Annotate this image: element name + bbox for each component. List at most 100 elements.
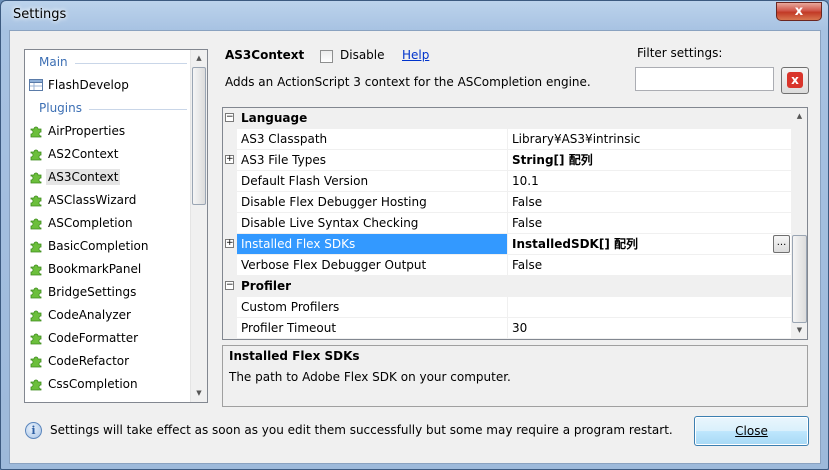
property-value[interactable]: Library¥AS3¥intrinsic [507,129,791,150]
disable-checkbox[interactable] [320,50,333,63]
sidebar-item-label: AS3Context [46,168,121,185]
plugin-icon [29,331,43,345]
grid-scrollbar[interactable]: ▲ ▼ [791,108,807,339]
property-value[interactable]: 10.1 [507,171,791,192]
scroll-thumb[interactable] [192,67,206,205]
property-name[interactable]: Custom Profilers [237,297,507,318]
property-name[interactable]: Default Flash Version [237,171,507,192]
help-link[interactable]: Help [402,48,429,62]
grid-property-row[interactable]: Custom Profilers [223,297,791,318]
grid-property-row[interactable]: Disable Flex Debugger Hosting False [223,192,791,213]
sidebar-item-label: CodeAnalyzer [48,307,131,322]
sidebar-item-bookmarkpanel[interactable]: BookmarkPanel [29,258,143,279]
category-fill [507,108,791,129]
sidebar-item-as2context[interactable]: AS2Context [29,143,120,164]
property-name[interactable]: Profiler Timeout [237,318,507,339]
property-name[interactable]: Disable Live Syntax Checking [237,213,507,234]
plugin-icon [29,170,43,184]
filter-input[interactable] [635,67,774,91]
settings-window: Settings x Main FlashDevelop Plugins Air… [0,0,829,470]
sidebar-item-coderefactor[interactable]: CodeRefactor [29,350,131,371]
collapse-icon[interactable]: − [225,281,234,290]
property-value[interactable]: String[] 配列 [507,150,791,171]
property-description-pane: Installed Flex SDKs The path to Adobe Fl… [222,345,808,407]
sidebar-item-label: ASClassWizard [48,192,137,207]
scroll-down-arrow-icon[interactable]: ▼ [791,322,807,339]
property-name[interactable]: AS3 File Types [237,150,507,171]
close-button-label: Close [735,424,768,438]
section-divider [75,63,187,64]
property-name[interactable]: Installed Flex SDKs [237,234,507,255]
grid-category-row[interactable]: − Language [223,108,791,129]
plugin-description: Adds an ActionScript 3 context for the A… [225,75,591,89]
list-scrollbar[interactable]: ▲ ▼ [190,50,207,402]
plugin-icon [29,354,43,368]
sidebar-item-label: AS2Context [48,146,119,161]
sidebar-item-codeformatter[interactable]: CodeFormatter [29,327,140,348]
title-bar[interactable]: Settings x [1,1,828,29]
sidebar-item-codeanalyzer[interactable]: CodeAnalyzer [29,304,133,325]
grid-row-gutter [223,171,237,192]
property-name[interactable]: Profiler [237,276,507,297]
property-grid[interactable]: − Language AS3 Classpath Library¥AS3¥intrin… [222,107,808,340]
sidebar-item-csscompletion[interactable]: CssCompletion [29,373,140,394]
info-icon: i [25,422,42,439]
sidebar-item-bridgesettings[interactable]: BridgeSettings [29,281,138,302]
footer-message: Settings will take effect as soon as you… [50,423,673,437]
section-label-plugins: Plugins [39,101,82,115]
sidebar-item-flashdevelop[interactable]: FlashDevelop [29,74,131,95]
window-title: Settings [13,7,67,22]
plugin-icon [29,308,43,322]
window-close-button[interactable]: x [776,2,822,21]
property-value[interactable]: 30 [507,318,791,339]
scroll-down-arrow-icon[interactable]: ▼ [191,385,207,402]
property-name[interactable]: AS3 Classpath [237,129,507,150]
property-value[interactable]: False [507,255,791,276]
property-name[interactable]: Disable Flex Debugger Hosting [237,192,507,213]
plugin-icon [29,216,43,230]
property-name[interactable]: Verbose Flex Debugger Output [237,255,507,276]
grid-category-row[interactable]: − Profiler [223,276,791,297]
settings-grid-icon [29,78,43,92]
property-description-title: Installed Flex SDKs [229,349,360,363]
plugin-icon [29,193,43,207]
grid-property-row[interactable]: AS3 Classpath Library¥AS3¥intrinsic [223,129,791,150]
grid-property-row[interactable]: + Installed Flex SDKs InstalledSDK[] 配列... [223,234,791,255]
property-value[interactable] [507,297,791,318]
disable-label[interactable]: Disable [340,48,385,62]
scroll-thumb[interactable] [792,235,807,323]
ellipsis-button[interactable]: ... [773,235,790,253]
scroll-up-arrow-icon[interactable]: ▲ [791,108,807,125]
grid-property-row[interactable]: Profiler Timeout 30 [223,318,791,339]
property-description-text: The path to Adobe Flex SDK on your compu… [229,370,511,384]
grid-row-gutter: + [223,150,237,171]
grid-property-row[interactable]: Verbose Flex Debugger Output False [223,255,791,276]
property-value[interactable]: False [507,213,791,234]
grid-property-row[interactable]: Disable Live Syntax Checking False [223,213,791,234]
filter-label: Filter settings: [637,46,723,60]
collapse-icon[interactable]: − [225,113,234,122]
plugin-icon [29,124,43,138]
property-value[interactable]: InstalledSDK[] 配列 [507,234,791,255]
plugin-icon [29,285,43,299]
close-button[interactable]: Close [694,416,809,446]
clear-icon: x [787,72,803,88]
sidebar-item-label: CodeRefactor [48,353,130,368]
expand-icon[interactable]: + [225,155,234,164]
sidebar-item-label: FlashDevelop [48,77,129,92]
sidebar-item-label: BookmarkPanel [48,261,142,276]
sidebar-item-asclasswizard[interactable]: ASClassWizard [29,189,138,210]
property-value[interactable]: False [507,192,791,213]
sidebar-item-basiccompletion[interactable]: BasicCompletion [29,235,151,256]
sidebar-item-as3context[interactable]: AS3Context [29,166,121,187]
scroll-up-arrow-icon[interactable]: ▲ [191,50,207,67]
clear-filter-button[interactable]: x [781,67,809,94]
grid-property-row[interactable]: + AS3 File Types String[] 配列 [223,150,791,171]
sidebar-item-airproperties[interactable]: AirProperties [29,120,127,141]
settings-category-list[interactable]: Main FlashDevelop Plugins AirProperties A… [24,49,208,403]
sidebar-item-ascompletion[interactable]: ASCompletion [29,212,135,233]
plugin-icon [29,262,43,276]
expand-icon[interactable]: + [225,239,234,248]
property-name[interactable]: Language [237,108,507,129]
grid-property-row[interactable]: Default Flash Version 10.1 [223,171,791,192]
